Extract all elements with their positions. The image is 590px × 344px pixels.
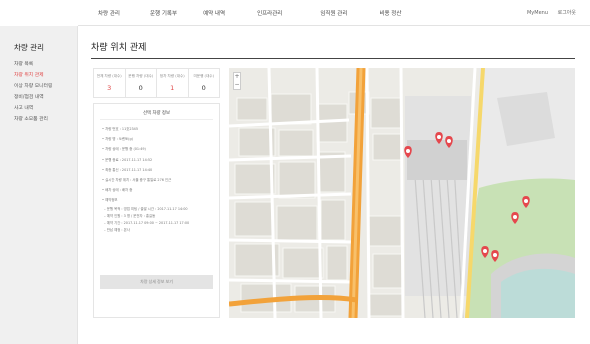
stat-value: 0 [201, 84, 206, 92]
detail-list: • 차량 번호 : 11호2345 • 차량 명 : 쏘렌토(g) • 차량 상… [102, 124, 189, 234]
map-canvas [229, 68, 575, 318]
title-divider [91, 58, 575, 59]
stat-idle: 미운행 (대수) 0 [189, 69, 220, 97]
sidebar-menu: 차량 목록 차량 위치 관제 이상 차량 모니터링 정비/점검 내역 사고 내역… [14, 59, 52, 125]
vehicle-stats: 전체 차량 (대수) 3 운행 차량 (대수) 0 정차 차량 (대수) 1 미… [93, 68, 220, 98]
app-frame: 차량 관리 운행 기록부 예약 내역 인프라관리 임직원 관리 비용 정산 My… [0, 0, 590, 344]
page-title: 차량 위치 관제 [91, 43, 147, 53]
main-content: 차량 위치 관제 전체 차량 (대수) 3 운행 차량 (대수) 0 정차 차량… [79, 26, 590, 344]
detail-line: • 실시간 차량 위치 : 서울 중구 통일로 276 인근 [102, 177, 172, 182]
sidebar: 차량 관리 차량 목록 차량 위치 관제 이상 차량 모니터링 정비/점검 내역… [0, 26, 78, 344]
selected-vehicle-detail: 선택 차량 정보 • 차량 번호 : 11호2345 • 차량 명 : 쏘렌토(… [93, 103, 220, 318]
detail-line: • 차량 상태 : 운행 중 (01:49) [102, 147, 146, 152]
sidebar-title: 차량 관리 [14, 43, 44, 52]
detail-line: • 차량 명 : 쏘렌토(g) [102, 137, 133, 142]
detail-line: • 최종 통신 : 2017.11.17 14:40 [102, 167, 153, 172]
sidebar-item-vehicle-location[interactable]: 차량 위치 관제 [14, 70, 52, 81]
sidebar-item-abnormal-monitoring[interactable]: 이상 차량 모니터링 [14, 81, 52, 92]
reservation-line: – 반납 예정 : 본사 [104, 227, 130, 232]
station-building [407, 140, 467, 180]
stat-total: 전체 차량 (대수) 3 [94, 69, 126, 97]
detail-divider [100, 119, 213, 120]
detail-line: • 배차 상태 : 배차 중 [102, 188, 133, 193]
station-area [405, 96, 471, 296]
stat-parked: 정차 차량 (대수) 1 [157, 69, 189, 97]
detail-line: • 차량 번호 : 11호2345 [102, 127, 138, 131]
reservation-title: • 예약정보 [102, 198, 118, 203]
sidebar-item-vehicle-list[interactable]: 차량 목록 [14, 59, 52, 70]
stat-label: 정차 차량 (대수) [159, 74, 185, 78]
zoom-in-button[interactable]: + [234, 73, 240, 81]
logout-link[interactable]: 로그아웃 [558, 10, 576, 16]
stat-label: 미운행 (대수) [193, 74, 214, 78]
nav-item-driving-log[interactable]: 운행 기록부 [150, 9, 177, 17]
plaza-building [497, 92, 555, 146]
stat-value: 0 [138, 84, 143, 92]
stat-driving: 운행 차량 (대수) 0 [126, 69, 157, 97]
sidebar-item-consumables[interactable]: 차량 소모품 관리 [14, 114, 52, 125]
map-zoom-control: + − [233, 72, 241, 90]
reservation-line: – 운행 목적 : 영업 미팅 / 출발 시간 : 2017.11.17 14:… [104, 206, 188, 211]
nav-item-infra[interactable]: 인프라관리 [257, 9, 282, 17]
stat-value: 3 [107, 84, 112, 92]
reservation-line: – 예약 인원 : 3 명 / 운전자 : 홍길동 [104, 213, 156, 218]
stat-label: 전체 차량 (대수) [96, 74, 122, 78]
info-panel: 전체 차량 (대수) 3 운행 차량 (대수) 0 정차 차량 (대수) 1 미… [93, 68, 220, 318]
reservation-line: – 예약 기간 : 2017.11.17 09:00 ~ 2017.11.17 … [104, 220, 190, 225]
nav-item-reservation[interactable]: 예약 내역 [203, 9, 225, 17]
main-menu: 차량 관리 운행 기록부 예약 내역 인프라관리 임직원 관리 비용 정산 [98, 9, 401, 17]
sidebar-item-accident[interactable]: 사고 내역 [14, 103, 52, 114]
stat-label: 운행 차량 (대수) [128, 74, 154, 78]
vehicle-detail-button[interactable]: 차량 상세 정보 보기 [100, 275, 213, 289]
mymenu-link[interactable]: MyMenu [527, 10, 548, 16]
logo-area [0, 0, 78, 26]
nav-item-cost[interactable]: 비용 정산 [379, 9, 401, 17]
utility-links: MyMenu 로그아웃 [519, 9, 576, 16]
nav-item-staff[interactable]: 임직원 관리 [320, 9, 347, 17]
top-navigation: 차량 관리 운행 기록부 예약 내역 인프라관리 임직원 관리 비용 정산 My… [78, 0, 590, 26]
stadium-field [501, 268, 575, 318]
zoom-out-button[interactable]: − [234, 81, 240, 89]
stat-value: 1 [170, 84, 175, 92]
vehicle-location-map[interactable]: + − [229, 68, 575, 318]
nav-item-vehicle[interactable]: 차량 관리 [98, 9, 120, 17]
sidebar-item-maintenance[interactable]: 정비/점검 내역 [14, 92, 52, 103]
detail-line: • 운행 종료 : 2017.11.17 14:52 [102, 157, 153, 162]
detail-title: 선택 차량 정보 [142, 111, 171, 116]
